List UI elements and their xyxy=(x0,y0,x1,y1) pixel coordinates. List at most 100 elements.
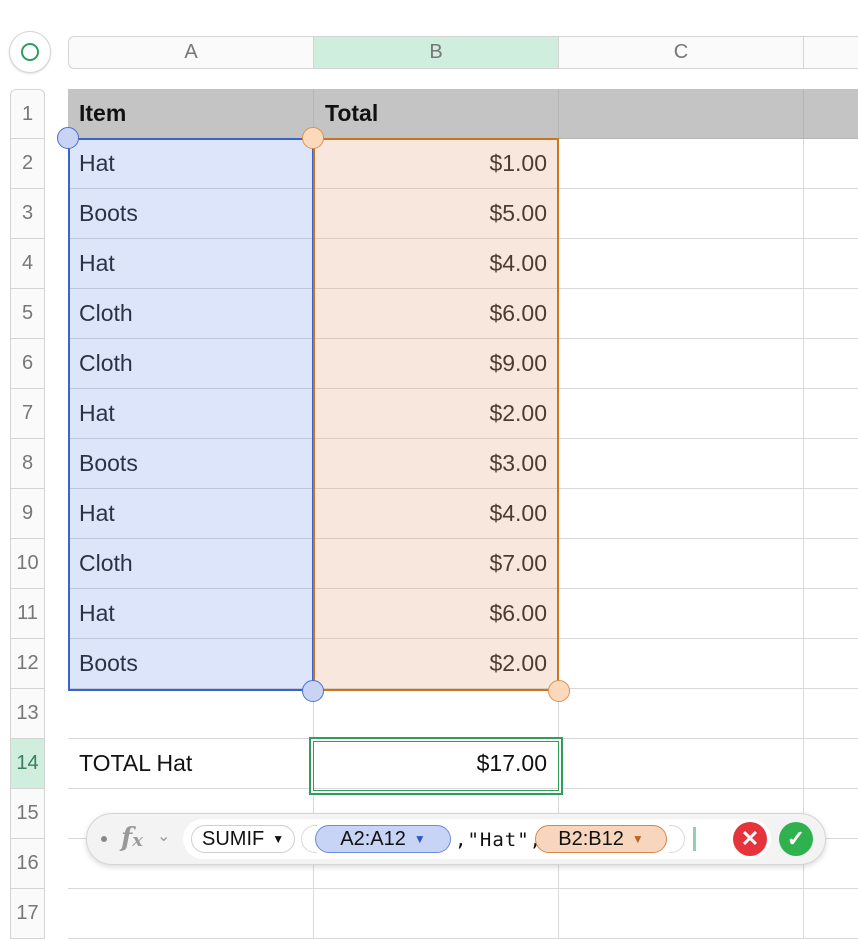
cell-a14[interactable]: TOTAL Hat xyxy=(68,739,314,789)
formula-editor[interactable]: fx ⌄ SUMIF ▼ A2:A12 ▼ ,"Hat", B2:B12 ▼ ✕ ✓ xyxy=(86,813,826,865)
row-header-label: 3 xyxy=(21,202,34,224)
row-header-label: 17 xyxy=(16,902,39,924)
range-token-label: B2:B12 xyxy=(558,827,624,850)
cell-c8[interactable] xyxy=(559,439,804,489)
row-header-label: 4 xyxy=(21,252,34,274)
row-header-label: 6 xyxy=(21,352,34,374)
row-header-14[interactable]: 14 xyxy=(10,739,45,789)
row-header-2[interactable]: 2 xyxy=(10,139,45,189)
row-header-4[interactable]: 4 xyxy=(10,239,45,289)
triangle-down-icon: ▼ xyxy=(413,832,426,846)
row-header-15[interactable]: 15 xyxy=(10,789,45,839)
column-header-b[interactable]: B xyxy=(314,36,559,69)
cell-d9[interactable] xyxy=(804,489,858,539)
cell-d8[interactable] xyxy=(804,439,858,489)
row-header-9[interactable]: 9 xyxy=(10,489,45,539)
chevron-down-icon[interactable]: ⌄ xyxy=(157,826,170,846)
row-header-label: 1 xyxy=(21,102,34,125)
cell-d17[interactable] xyxy=(804,889,858,939)
column-header-d[interactable] xyxy=(804,36,858,69)
row-header-3[interactable]: 3 xyxy=(10,189,45,239)
row-header-8[interactable]: 8 xyxy=(10,439,45,489)
cell-c13[interactable] xyxy=(559,689,804,739)
cell-c17[interactable] xyxy=(559,889,804,939)
range-handle-top-left-blue[interactable] xyxy=(57,127,79,149)
range-b2-b12-highlight xyxy=(313,138,559,691)
cell-d14[interactable] xyxy=(804,739,858,789)
drag-handle-icon[interactable] xyxy=(101,836,107,842)
row-header-1[interactable]: 1 xyxy=(10,89,45,139)
row-header-13[interactable]: 13 xyxy=(10,689,45,739)
row-header-label: 16 xyxy=(16,852,39,874)
cancel-x-icon[interactable]: ✕ xyxy=(733,822,767,856)
range-handle-top-left-orange[interactable] xyxy=(302,127,324,149)
cell-d11[interactable] xyxy=(804,589,858,639)
fx-icon[interactable]: fx xyxy=(121,823,143,853)
cell-value: TOTAL Hat xyxy=(79,750,193,776)
range-handle-bottom-right-orange[interactable] xyxy=(548,680,570,702)
range-token-a2-a12[interactable]: A2:A12 ▼ xyxy=(315,825,451,853)
cell-c5[interactable] xyxy=(559,289,804,339)
row-header-label: 9 xyxy=(21,502,34,524)
row-header-label: 7 xyxy=(21,402,34,424)
column-header-c[interactable]: C xyxy=(559,36,804,69)
argument-bracket-end xyxy=(669,825,685,853)
cell-d2[interactable] xyxy=(804,139,858,189)
cell-d5[interactable] xyxy=(804,289,858,339)
row-header-17[interactable]: 17 xyxy=(10,889,45,939)
cell-c10[interactable] xyxy=(559,539,804,589)
cell-c12[interactable] xyxy=(559,639,804,689)
cell-c2[interactable] xyxy=(559,139,804,189)
row-header-label: 13 xyxy=(16,702,39,724)
accept-check-icon[interactable]: ✓ xyxy=(779,822,813,856)
triangle-down-icon: ▼ xyxy=(631,832,644,846)
cell-d7[interactable] xyxy=(804,389,858,439)
cell-d13[interactable] xyxy=(804,689,858,739)
cell-c3[interactable] xyxy=(559,189,804,239)
range-token-b2-b12[interactable]: B2:B12 ▼ xyxy=(535,825,667,853)
function-name: SUMIF xyxy=(202,827,265,850)
formula-expression[interactable]: SUMIF ▼ A2:A12 ▼ ,"Hat", B2:B12 ▼ xyxy=(183,819,771,859)
row-header-label: 12 xyxy=(16,652,39,674)
row-header-label: 14 xyxy=(16,752,39,774)
cell-c4[interactable] xyxy=(559,239,804,289)
triangle-down-icon: ▼ xyxy=(272,832,285,846)
cell-b1[interactable]: Total xyxy=(314,89,559,139)
row-header-12[interactable]: 12 xyxy=(10,639,45,689)
row-header-5[interactable]: 5 xyxy=(10,289,45,339)
cell-c11[interactable] xyxy=(559,589,804,639)
cell-c1[interactable] xyxy=(559,89,804,139)
cell-c6[interactable] xyxy=(559,339,804,389)
row-header-6[interactable]: 6 xyxy=(10,339,45,389)
cell-a1[interactable]: Item xyxy=(68,89,314,139)
cell-d6[interactable] xyxy=(804,339,858,389)
cell-c9[interactable] xyxy=(559,489,804,539)
range-token-label: A2:A12 xyxy=(340,827,406,850)
cell-b13[interactable] xyxy=(314,689,559,739)
cell-d10[interactable] xyxy=(804,539,858,589)
select-all-button[interactable] xyxy=(9,31,51,73)
row-header-label: 2 xyxy=(21,152,34,174)
cell-a17[interactable] xyxy=(68,889,314,939)
active-cell-b14[interactable] xyxy=(309,737,563,795)
function-token-sumif[interactable]: SUMIF ▼ xyxy=(191,825,296,853)
cell-d1[interactable] xyxy=(804,89,858,139)
cell-c14[interactable] xyxy=(559,739,804,789)
cell-c7[interactable] xyxy=(559,389,804,439)
range-handle-bottom-right-blue[interactable] xyxy=(302,680,324,702)
cell-b17[interactable] xyxy=(314,889,559,939)
column-header-label: C xyxy=(673,41,689,63)
cell-d4[interactable] xyxy=(804,239,858,289)
header-item-label: Item xyxy=(79,100,127,126)
cell-d3[interactable] xyxy=(804,189,858,239)
column-header-a[interactable]: A xyxy=(68,36,314,69)
row-header-10[interactable]: 10 xyxy=(10,539,45,589)
row-header-7[interactable]: 7 xyxy=(10,389,45,439)
cell-d12[interactable] xyxy=(804,639,858,689)
criteria-literal[interactable]: ,"Hat", xyxy=(455,829,542,851)
cell-a13[interactable] xyxy=(68,689,314,739)
range-a2-a12-highlight xyxy=(68,138,314,691)
row-header-11[interactable]: 11 xyxy=(10,589,45,639)
row-header-16[interactable]: 16 xyxy=(10,839,45,889)
row-header-label: 11 xyxy=(17,602,38,624)
